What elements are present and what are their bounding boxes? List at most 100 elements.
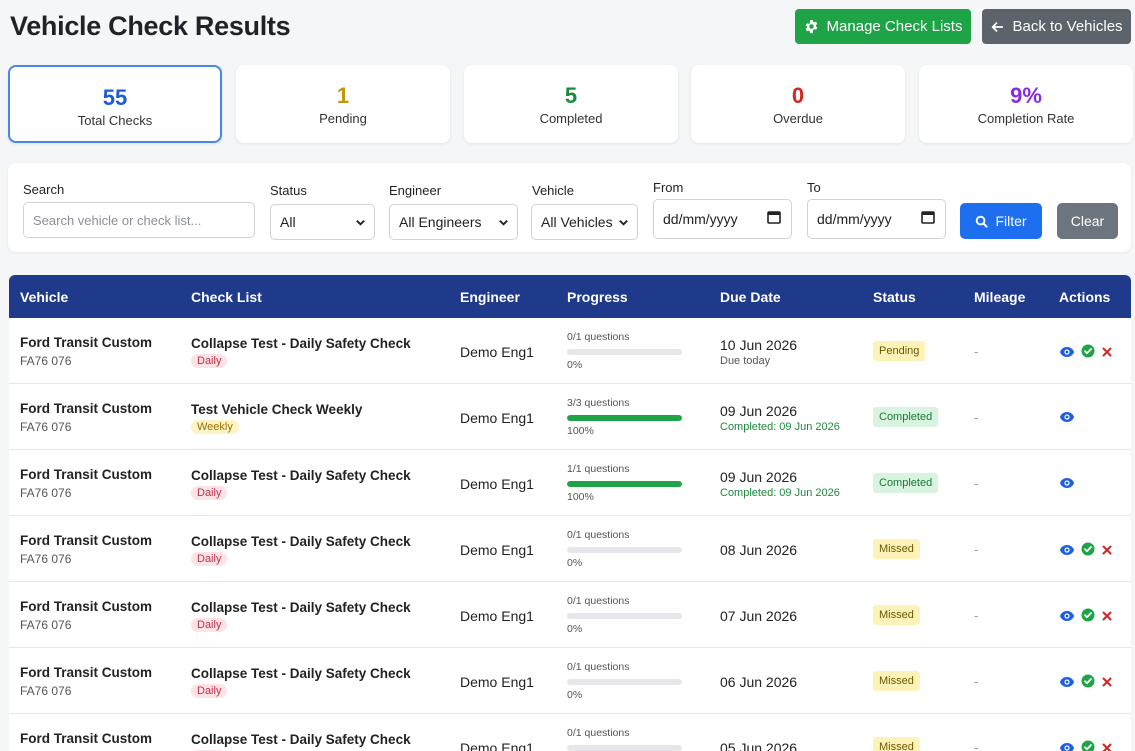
col-check-list: Check List bbox=[191, 289, 262, 305]
chevron-down-icon bbox=[619, 220, 628, 226]
vehicle-select[interactable]: All Vehicles bbox=[531, 204, 638, 240]
progress-questions: 0/1 questions bbox=[567, 529, 630, 541]
table-row[interactable]: Ford Transit CustomFA76 076Collapse Test… bbox=[9, 450, 1131, 516]
checklist-cell: Collapse Test - Daily Safety Check Daily bbox=[191, 534, 411, 567]
actions-cell bbox=[1059, 674, 1113, 693]
due-date-sub: Completed: 09 Jun 2026 bbox=[720, 421, 840, 433]
actions-cell bbox=[1059, 740, 1113, 751]
back-to-vehicles-button[interactable]: Back to Vehicles bbox=[982, 9, 1131, 44]
checklist-cell: Collapse Test - Daily Safety Check Daily bbox=[191, 600, 411, 633]
filter-panel: Search Search vehicle or check list... S… bbox=[8, 163, 1131, 252]
vehicle-name: Ford Transit Custom bbox=[20, 335, 153, 350]
status-label: Status bbox=[270, 183, 307, 198]
status-select-value: All bbox=[280, 214, 296, 230]
filter-button[interactable]: Filter bbox=[960, 203, 1042, 239]
to-date-input[interactable]: dd/mm/yyyy bbox=[807, 199, 946, 239]
complete-action[interactable] bbox=[1081, 542, 1095, 561]
mileage-cell: - bbox=[974, 344, 979, 359]
delete-action[interactable] bbox=[1101, 543, 1113, 561]
checklist-name: Collapse Test - Daily Safety Check bbox=[191, 600, 411, 615]
due-date-cell: 09 Jun 2026 Completed: 09 Jun 2026 bbox=[720, 469, 840, 499]
stat-card-completion-rate[interactable]: 9% Completion Rate bbox=[919, 65, 1133, 143]
delete-action[interactable] bbox=[1101, 741, 1113, 751]
x-icon bbox=[1102, 743, 1112, 751]
manage-check-lists-label: Manage Check Lists bbox=[826, 18, 963, 35]
stat-card-overdue[interactable]: 0 Overdue bbox=[691, 65, 905, 143]
table-row[interactable]: Ford Transit CustomFA76 076Collapse Test… bbox=[9, 648, 1131, 714]
status-select[interactable]: All bbox=[270, 204, 375, 240]
delete-action[interactable] bbox=[1101, 609, 1113, 627]
status-badge: Missed bbox=[873, 605, 920, 625]
check-circle-icon bbox=[1081, 674, 1095, 688]
progress-questions: 3/3 questions bbox=[567, 397, 630, 409]
progress-cell: 0/1 questions 0% bbox=[567, 529, 682, 569]
view-action[interactable] bbox=[1059, 476, 1075, 494]
progress-questions: 0/1 questions bbox=[567, 727, 630, 739]
actions-cell bbox=[1059, 410, 1075, 428]
status-cell: Missed bbox=[873, 605, 920, 625]
manage-check-lists-button[interactable]: Manage Check Lists bbox=[795, 9, 971, 44]
view-action[interactable] bbox=[1059, 675, 1075, 693]
eye-icon bbox=[1060, 544, 1074, 555]
col-mileage: Mileage bbox=[974, 289, 1026, 305]
table-row[interactable]: Ford Transit Custom FA76 076 Test Vehicle … bbox=[9, 384, 1131, 450]
mileage-cell: - bbox=[974, 410, 979, 425]
due-date: 05 Jun 2026 bbox=[720, 740, 798, 751]
vehicle-name: Ford Transit Custom bbox=[20, 467, 153, 482]
check-circle-icon bbox=[1081, 344, 1095, 358]
status-cell: Missed bbox=[873, 671, 920, 691]
clear-button[interactable]: Clear bbox=[1057, 203, 1118, 239]
complete-action[interactable] bbox=[1081, 674, 1095, 693]
complete-action[interactable] bbox=[1081, 608, 1095, 627]
delete-action[interactable] bbox=[1101, 675, 1113, 693]
stat-value: 5 bbox=[564, 83, 578, 108]
progress-cell: 0/1 questions 0% bbox=[567, 661, 682, 701]
x-icon bbox=[1102, 545, 1112, 554]
table-row[interactable]: Ford Transit Custom FA76 076 Collapse Test… bbox=[9, 582, 1131, 648]
status-badge: Missed bbox=[873, 539, 920, 559]
engineer-label: Engineer bbox=[389, 183, 442, 198]
status-badge: Missed bbox=[873, 671, 920, 691]
check-circle-icon bbox=[1081, 608, 1095, 622]
check-circle-icon bbox=[1081, 740, 1095, 751]
stat-card-total-checks[interactable]: 55 Total Checks bbox=[8, 65, 222, 143]
stat-label: Pending bbox=[319, 111, 367, 126]
calendar-icon[interactable] bbox=[921, 210, 935, 224]
stat-card-completed[interactable]: 5 Completed bbox=[464, 65, 678, 143]
frequency-badge: Weekly bbox=[191, 420, 239, 434]
view-action[interactable] bbox=[1059, 543, 1075, 561]
view-action[interactable] bbox=[1059, 609, 1075, 627]
search-input[interactable]: Search vehicle or check list... bbox=[23, 202, 255, 238]
status-badge: Pending bbox=[873, 341, 926, 361]
vehicle-name: Ford Transit Custom bbox=[20, 599, 153, 614]
to-date-value: dd/mm/yyyy bbox=[817, 211, 892, 227]
progress-questions: 0/1 questions bbox=[567, 331, 630, 343]
complete-action[interactable] bbox=[1081, 740, 1095, 751]
table-row[interactable]: Ford Transit CustomFA76 076Collapse Test… bbox=[9, 516, 1131, 582]
progress-cell: 0/1 questions 0% bbox=[567, 595, 682, 635]
delete-action[interactable] bbox=[1101, 345, 1113, 363]
engineer-cell: Demo Eng1 bbox=[460, 410, 534, 426]
mileage-cell: - bbox=[974, 674, 979, 689]
eye-icon bbox=[1060, 346, 1074, 357]
view-action[interactable] bbox=[1059, 410, 1075, 428]
progress-bar-fill bbox=[567, 481, 682, 487]
table-row[interactable]: Ford Transit CustomFA76 076Collapse Test… bbox=[9, 714, 1131, 751]
engineer-select[interactable]: All Engineers bbox=[389, 204, 518, 240]
checklist-name: Collapse Test - Daily Safety Check bbox=[191, 666, 411, 681]
view-action[interactable] bbox=[1059, 345, 1075, 363]
due-date: 06 Jun 2026 bbox=[720, 674, 798, 690]
engineer-cell: Demo Eng1 bbox=[460, 674, 534, 690]
due-date-cell: 09 Jun 2026 Completed: 09 Jun 2026 bbox=[720, 403, 840, 433]
due-date-cell: 07 Jun 2026 bbox=[720, 608, 797, 624]
vehicle-reg: FA76 076 bbox=[20, 618, 72, 632]
frequency-badge: Daily bbox=[191, 552, 228, 566]
progress-cell: 0/1 questions 0% bbox=[567, 331, 682, 371]
view-action[interactable] bbox=[1059, 741, 1075, 751]
from-date-input[interactable]: dd/mm/yyyy bbox=[653, 199, 792, 239]
table-row[interactable]: Ford Transit CustomFA76 076Collapse Test… bbox=[9, 318, 1131, 384]
stat-card-pending[interactable]: 1 Pending bbox=[236, 65, 450, 143]
calendar-icon[interactable] bbox=[767, 210, 781, 224]
checklist-name: Test Vehicle Check Weekly bbox=[191, 402, 363, 417]
complete-action[interactable] bbox=[1081, 344, 1095, 363]
